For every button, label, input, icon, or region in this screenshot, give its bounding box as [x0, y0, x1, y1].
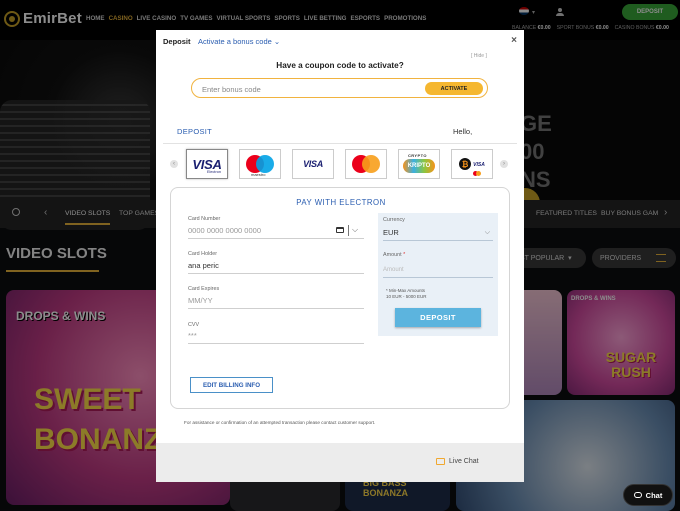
visa-mc-mini-logo: VISA [473, 153, 485, 176]
chat-icon [436, 458, 445, 465]
mini-mastercard-icon [473, 170, 485, 176]
amount-label: Amount * [383, 252, 405, 258]
card-number-placeholder: 0000 0000 0000 0000 [188, 226, 261, 235]
close-icon[interactable]: × [511, 35, 517, 46]
activate-bonus-link[interactable]: Activate a bonus code ⌄ [198, 37, 280, 46]
cvv-input[interactable]: *** [188, 330, 364, 344]
payment-method-visa[interactable]: VISA [292, 149, 334, 179]
deposit-section-label: DEPOSIT [177, 127, 213, 136]
mini-visa-label: VISA [473, 161, 485, 168]
electron-label: Electron [207, 170, 221, 174]
hide-link[interactable]: [ Hide ] [471, 53, 487, 59]
required-marker: * [403, 252, 406, 258]
payment-form: PAY WITH ELECTRON Card Number 0000 0000 … [170, 187, 510, 409]
chat-label: Chat [645, 490, 663, 500]
methods-prev-icon[interactable]: ‹ [170, 160, 178, 168]
divider [163, 143, 517, 144]
card-holder-label: Card Holder [188, 251, 218, 257]
amount-label-text: Amount [383, 252, 402, 258]
chevron-down-icon: ⌵ [484, 229, 490, 236]
card-number-label: Card Number [188, 216, 221, 222]
currency-select[interactable]: EUR ⌵ [383, 227, 493, 241]
min-max-range: 10 EUR - 5000 EUR [386, 294, 427, 299]
live-chat-label: Live Chat [449, 458, 479, 465]
currency-label: Currency [383, 217, 405, 223]
modal-title: Deposit [163, 37, 191, 46]
mastercard-logo-icon [352, 155, 380, 173]
payment-method-mastercard[interactable] [345, 149, 387, 179]
activate-button[interactable]: ACTIVATE [425, 82, 483, 95]
card-number-input[interactable]: 0000 0000 0000 0000 ⌵ [188, 225, 364, 239]
visa-logo: VISA [303, 159, 323, 169]
chevron-down-icon: ⌄ [273, 37, 281, 46]
amount-input[interactable]: Amount [383, 264, 493, 278]
card-expires-label: Card Expires [188, 286, 220, 292]
payment-method-visa-electron[interactable]: VISA Electron [186, 149, 228, 179]
chat-icon [633, 492, 642, 498]
crypto-label: CRYPTO [408, 153, 427, 158]
min-max-note: * Min-Max Amounts 10 EUR - 5000 EUR [386, 288, 427, 300]
edit-billing-button[interactable]: EDIT BILLING INFO [190, 377, 273, 393]
credit-card-icon [336, 227, 344, 233]
coupon-box: ACTIVATE [191, 78, 488, 98]
payment-method-crypto[interactable]: CRYPTO KRIPTO [398, 149, 440, 179]
crypto-logo: KRIPTO [403, 159, 435, 173]
amount-panel: Currency EUR ⌵ Amount * Amount * Min-Max… [378, 213, 498, 336]
field-separator [348, 225, 349, 236]
methods-next-icon[interactable]: › [500, 160, 508, 168]
maestro-label: maestro [251, 172, 266, 177]
chat-button[interactable]: Chat [623, 484, 673, 506]
activate-bonus-label: Activate a bonus code [198, 37, 272, 46]
greeting: Hello, [453, 127, 473, 136]
deposit-modal: Deposit Activate a bonus code ⌄ × [ Hide… [156, 30, 524, 482]
live-chat-link[interactable]: Live Chat [436, 458, 479, 465]
card-holder-input[interactable]: ana peric [188, 260, 364, 274]
pay-title: PAY WITH ELECTRON [296, 198, 386, 207]
payment-method-bitcoin-visa[interactable]: ₿ VISA [451, 149, 493, 179]
cvv-label: CVV [188, 322, 200, 328]
chevron-down-icon[interactable]: ⌵ [352, 224, 358, 236]
payment-method-maestro[interactable]: maestro [239, 149, 281, 179]
bitcoin-icon: ₿ [459, 158, 472, 170]
bonus-code-input[interactable] [202, 83, 402, 95]
currency-value: EUR [383, 228, 399, 237]
deposit-submit-button[interactable]: DEPOSIT [395, 308, 481, 327]
coupon-title: Have a coupon code to activate? [276, 61, 404, 70]
maestro-logo-icon [246, 155, 274, 173]
modal-footer: Live Chat [156, 443, 524, 482]
assistance-text: For assistance or confirmation of an att… [184, 420, 376, 425]
card-expires-input[interactable]: MM/YY [188, 295, 364, 309]
